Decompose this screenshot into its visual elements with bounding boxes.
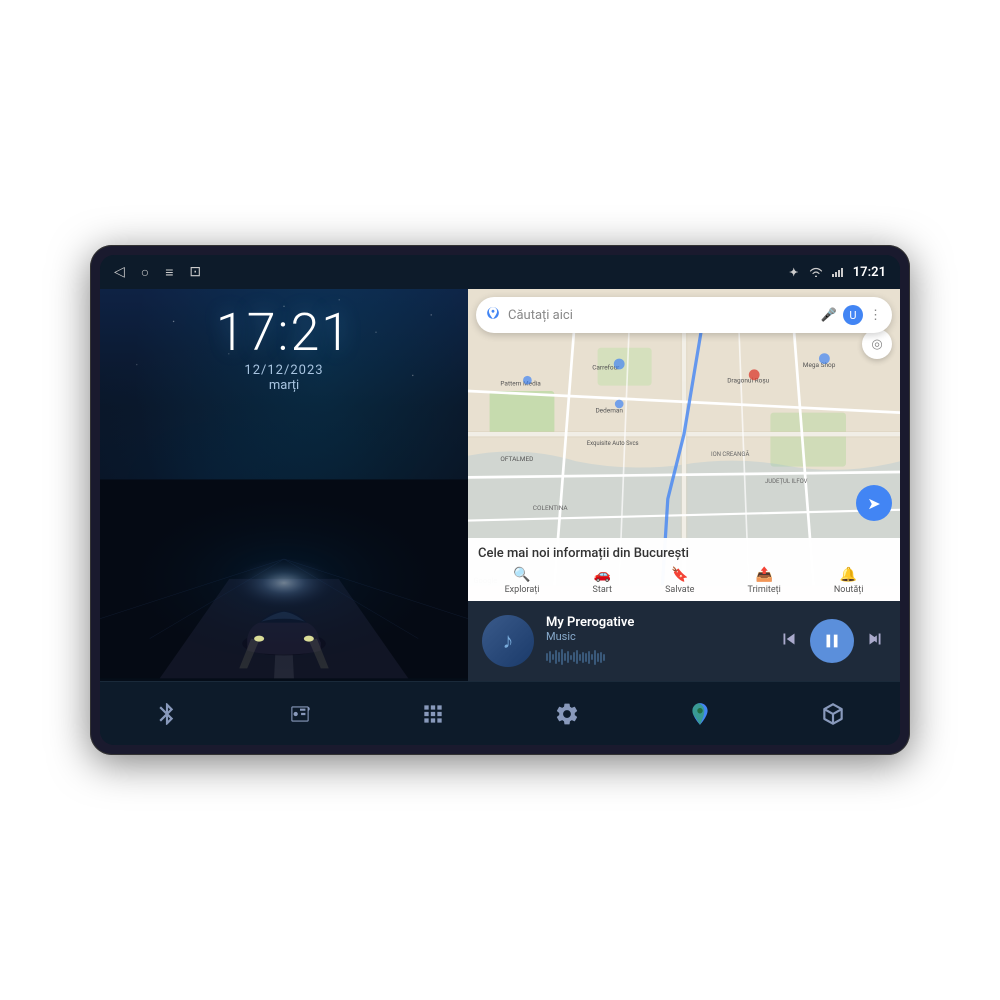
waveform-bar-19: [600, 652, 602, 663]
start-icon: 🚗: [594, 567, 611, 583]
signal-status-icon: [831, 265, 845, 279]
send-icon: 📤: [755, 567, 772, 583]
map-info-card: Cele mai noi informații din București 🔍 …: [468, 538, 900, 601]
svg-text:Pattern Media: Pattern Media: [500, 380, 541, 388]
clock-time: 17:21: [216, 307, 352, 359]
music-waveform: [546, 647, 766, 667]
waveform-bar-9: [570, 655, 572, 660]
map-tab-saved[interactable]: 🔖 Salvate: [665, 567, 694, 595]
clock-status: 17:21: [853, 265, 886, 280]
profile-icon[interactable]: U: [843, 305, 863, 325]
waveform-bar-7: [564, 653, 566, 661]
left-panel: 17:21 12/12/2023 marți: [100, 289, 468, 681]
nav-back-icon[interactable]: ◁: [114, 264, 125, 280]
waveform-bar-10: [573, 652, 575, 662]
google-maps-logo: [486, 306, 500, 324]
music-controls: [778, 619, 886, 663]
waveform-bar-4: [555, 650, 557, 664]
waveform-bar-17: [594, 650, 596, 665]
next-track-button[interactable]: [864, 628, 886, 655]
explore-label: Explorați: [505, 585, 540, 595]
car-tunnel-illustration: [100, 477, 468, 681]
clock-widget: 17:21 12/12/2023 marți: [216, 307, 352, 393]
waveform-bar-3: [552, 654, 554, 660]
navigation-icon: ➤: [867, 494, 880, 513]
nav-item-3d[interactable]: [804, 693, 862, 735]
music-title: My Prerogative: [546, 615, 766, 630]
nav-buttons: ◁ ○ ≡ ⊡: [114, 264, 201, 281]
wifi-status-icon: [809, 265, 823, 279]
waveform-bar-1: [546, 653, 548, 661]
waveform-bar-14: [585, 653, 587, 662]
news-label: Noutăți: [834, 585, 864, 595]
bluetooth-status-icon: ✦: [787, 265, 801, 279]
saved-icon: 🔖: [671, 567, 688, 583]
nav-menu-icon[interactable]: ≡: [165, 264, 173, 281]
news-icon: 🔔: [840, 567, 857, 583]
device-screen: ◁ ○ ≡ ⊡ ✦: [100, 255, 900, 745]
waveform-bar-13: [582, 652, 584, 663]
music-note-icon: ♪: [503, 628, 514, 654]
nav-item-radio[interactable]: [271, 693, 329, 735]
right-panel: Pattern Media Carrefour Dragonul Roșu De…: [468, 289, 900, 681]
waveform-bar-11: [576, 650, 578, 664]
map-tabs: 🔍 Explorați 🚗 Start 🔖 Salvate: [478, 567, 890, 595]
status-bar: ◁ ○ ≡ ⊡ ✦: [100, 255, 900, 289]
device-frame: ◁ ○ ≡ ⊡ ✦: [90, 245, 910, 755]
waveform-bar-6: [561, 649, 563, 665]
waveform-bar-12: [579, 654, 581, 661]
start-label: Start: [593, 585, 612, 595]
svg-text:Dragonul Roșu: Dragonul Roșu: [727, 376, 769, 384]
album-art: ♪: [482, 615, 534, 667]
nav-home-icon[interactable]: ○: [141, 264, 149, 281]
nav-recent-icon[interactable]: ⊡: [189, 264, 201, 280]
svg-text:Exquisite Auto Svcs: Exquisite Auto Svcs: [587, 440, 639, 447]
svg-text:Mega Shop: Mega Shop: [803, 361, 836, 369]
svg-text:JUDEȚUL ILFOV: JUDEȚUL ILFOV: [765, 478, 808, 485]
play-pause-button[interactable]: [810, 619, 854, 663]
nav-item-bluetooth[interactable]: [138, 693, 196, 735]
nav-item-maps[interactable]: [671, 693, 729, 735]
waveform-bar-20: [603, 654, 605, 661]
clock-date: 12/12/2023: [216, 363, 352, 378]
svg-text:OFTALMED: OFTALMED: [500, 455, 533, 463]
map-tab-explore[interactable]: 🔍 Explorați: [505, 567, 540, 595]
map-info-title: Cele mai noi informații din București: [478, 546, 890, 561]
map-navigate-button[interactable]: ➤: [856, 485, 892, 521]
status-indicators: ✦ 17:21: [787, 265, 886, 280]
waveform-bar-5: [558, 652, 560, 662]
map-tab-send[interactable]: 📤 Trimiteți: [748, 567, 781, 595]
waveform-bar-2: [549, 651, 551, 663]
grid-icon[interactable]: ⋮: [869, 308, 882, 323]
previous-track-button[interactable]: [778, 628, 800, 655]
map-search-actions: 🎤 U ⋮: [821, 305, 882, 325]
waveform-bar-8: [567, 651, 569, 663]
locate-icon: ◎: [871, 337, 882, 352]
nav-item-settings[interactable]: [538, 693, 596, 735]
waveform-bar-16: [591, 654, 593, 660]
main-content: 17:21 12/12/2023 marți: [100, 289, 900, 681]
map-tab-start[interactable]: 🚗 Start: [593, 567, 612, 595]
saved-label: Salvate: [665, 585, 694, 595]
svg-text:ION CREANGĂ: ION CREANGĂ: [711, 451, 749, 458]
music-info: My Prerogative Music: [546, 615, 766, 667]
voice-search-icon[interactable]: 🎤: [821, 308, 837, 323]
send-label: Trimiteți: [748, 585, 781, 595]
music-player: ♪ My Prerogative Music: [468, 601, 900, 681]
map-search-placeholder[interactable]: Căutați aici: [508, 308, 813, 323]
waveform-bar-18: [597, 653, 599, 662]
waveform-bar-15: [588, 651, 590, 664]
bottom-nav: [100, 681, 900, 745]
nav-item-apps[interactable]: [404, 693, 462, 735]
music-subtitle: Music: [546, 630, 766, 643]
map-locate-button[interactable]: ◎: [862, 329, 892, 359]
clock-day: marți: [216, 378, 352, 393]
explore-icon: 🔍: [513, 567, 530, 583]
map-area[interactable]: Pattern Media Carrefour Dragonul Roșu De…: [468, 289, 900, 601]
svg-text:COLENTINA: COLENTINA: [533, 504, 569, 512]
map-search-bar[interactable]: Căutați aici 🎤 U ⋮: [476, 297, 892, 333]
map-tab-news[interactable]: 🔔 Noutăți: [834, 567, 864, 595]
